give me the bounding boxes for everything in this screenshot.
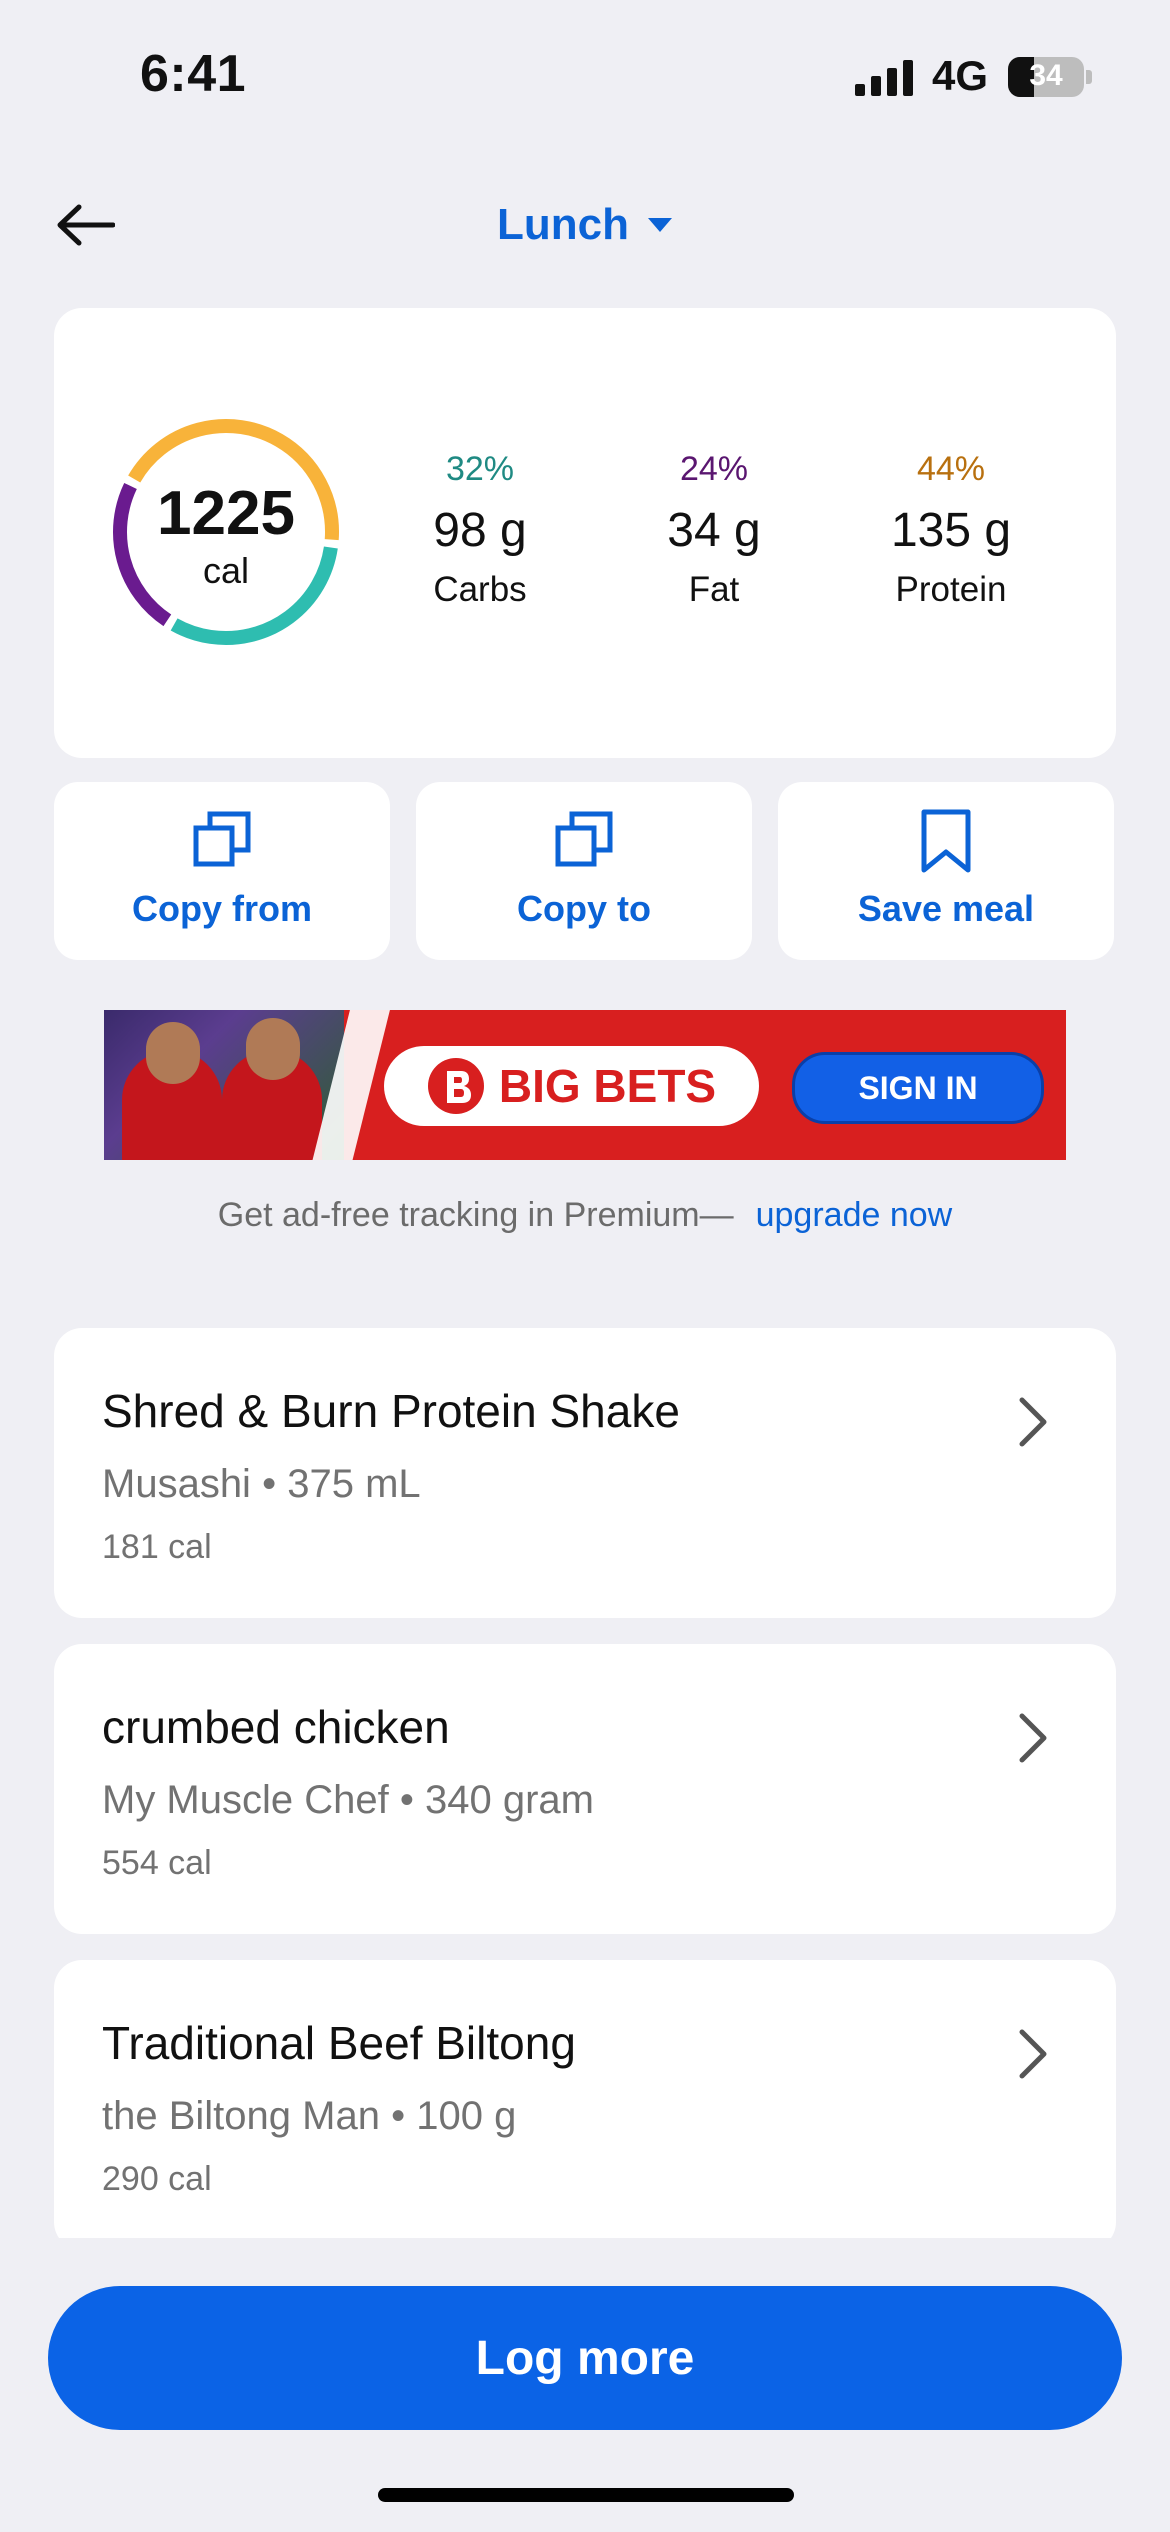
- chevron-right-icon: [1019, 1397, 1047, 1447]
- chevron-right-icon: [1019, 2029, 1047, 2079]
- home-indicator[interactable]: [378, 2488, 794, 2502]
- macro-carbs: 32% 98 g Carbs: [380, 450, 580, 610]
- food-detail: Musashi • 375 mL: [102, 1462, 421, 1506]
- food-list: Shred & Burn Protein Shake Musashi • 375…: [0, 1328, 1170, 2238]
- ad-brand-pill: BIG BETS: [384, 1046, 759, 1126]
- food-item[interactable]: Traditional Beef Biltong the Biltong Man…: [54, 1960, 1116, 2238]
- macro-percent: 44%: [916, 450, 986, 488]
- food-name: crumbed chicken: [102, 1701, 450, 1753]
- meal-title: Lunch: [497, 200, 629, 249]
- nutrition-summary-card: 1225 cal 32% 98 g Carbs 24% 34 g Fat 44%…: [54, 308, 1116, 758]
- copy-to-label: Copy to: [517, 888, 651, 929]
- copy-from-button[interactable]: Copy from: [54, 782, 390, 960]
- copy-from-label: Copy from: [132, 888, 312, 929]
- copy-icon: [193, 811, 251, 867]
- upgrade-link[interactable]: upgrade now: [756, 1196, 953, 1234]
- log-more-button[interactable]: Log more: [48, 2286, 1122, 2430]
- food-calories: 290 cal: [102, 2160, 212, 2198]
- food-detail: the Biltong Man • 100 g: [102, 2094, 517, 2138]
- macro-protein: 44% 135 g Protein: [851, 450, 1051, 610]
- ad-banner[interactable]: BIG BETS SIGN IN: [104, 1010, 1066, 1160]
- bookmark-icon: [921, 809, 971, 873]
- battery-icon: 34: [1008, 57, 1084, 97]
- ad-image: [104, 1010, 344, 1160]
- save-meal-label: Save meal: [857, 888, 1035, 929]
- food-calories: 181 cal: [102, 1528, 212, 1566]
- calorie-total: 1225: [157, 479, 295, 548]
- copy-to-button[interactable]: Copy to: [416, 782, 752, 960]
- signal-icon: [855, 60, 913, 96]
- status-time: 6:41: [140, 45, 247, 103]
- macro-label: Carbs: [433, 570, 527, 609]
- macro-percent: 24%: [679, 450, 749, 488]
- food-calories: 554 cal: [102, 1844, 212, 1882]
- macro-label: Protein: [895, 570, 1007, 609]
- food-detail: My Muscle Chef • 340 gram: [102, 1778, 594, 1822]
- meal-detail-screen: 6:41 4G 34 Lunch 1225 cal 32% 98 g Carbs…: [0, 0, 1170, 2532]
- premium-promo: Get ad-free tracking in Premium— upgrade …: [0, 1196, 1170, 1235]
- back-arrow-icon: [57, 204, 115, 246]
- food-item[interactable]: Shred & Burn Protein Shake Musashi • 375…: [54, 1328, 1116, 1618]
- calorie-unit: cal: [202, 550, 250, 591]
- macro-grams: 98 g: [433, 504, 527, 557]
- food-item[interactable]: crumbed chicken My Muscle Chef • 340 gra…: [54, 1644, 1116, 1934]
- back-button[interactable]: [50, 190, 120, 260]
- food-name: Shred & Burn Protein Shake: [102, 1385, 680, 1437]
- brand-logo-icon: [427, 1058, 484, 1114]
- caret-down-icon: [647, 218, 672, 232]
- battery-level: 34: [1029, 59, 1063, 92]
- ad-sign-in-button[interactable]: SIGN IN: [792, 1052, 1044, 1124]
- macro-label: Fat: [688, 570, 740, 609]
- save-meal-button[interactable]: Save meal: [778, 782, 1114, 960]
- macro-fat: 24% 34 g Fat: [614, 450, 814, 610]
- meal-selector[interactable]: Lunch: [435, 195, 735, 255]
- copy-icon: [555, 811, 613, 867]
- chevron-right-icon: [1019, 1713, 1047, 1763]
- status-bar: 6:41 4G 34: [0, 0, 1170, 150]
- food-name: Traditional Beef Biltong: [102, 2017, 576, 2069]
- network-label: 4G: [932, 52, 989, 99]
- macro-grams: 135 g: [890, 504, 1012, 557]
- macro-percent: 32%: [445, 450, 515, 488]
- promo-text: Get ad-free tracking in Premium—: [217, 1196, 734, 1234]
- macro-grams: 34 g: [667, 504, 761, 557]
- ad-brand-text: BIG BETS: [498, 1060, 717, 1112]
